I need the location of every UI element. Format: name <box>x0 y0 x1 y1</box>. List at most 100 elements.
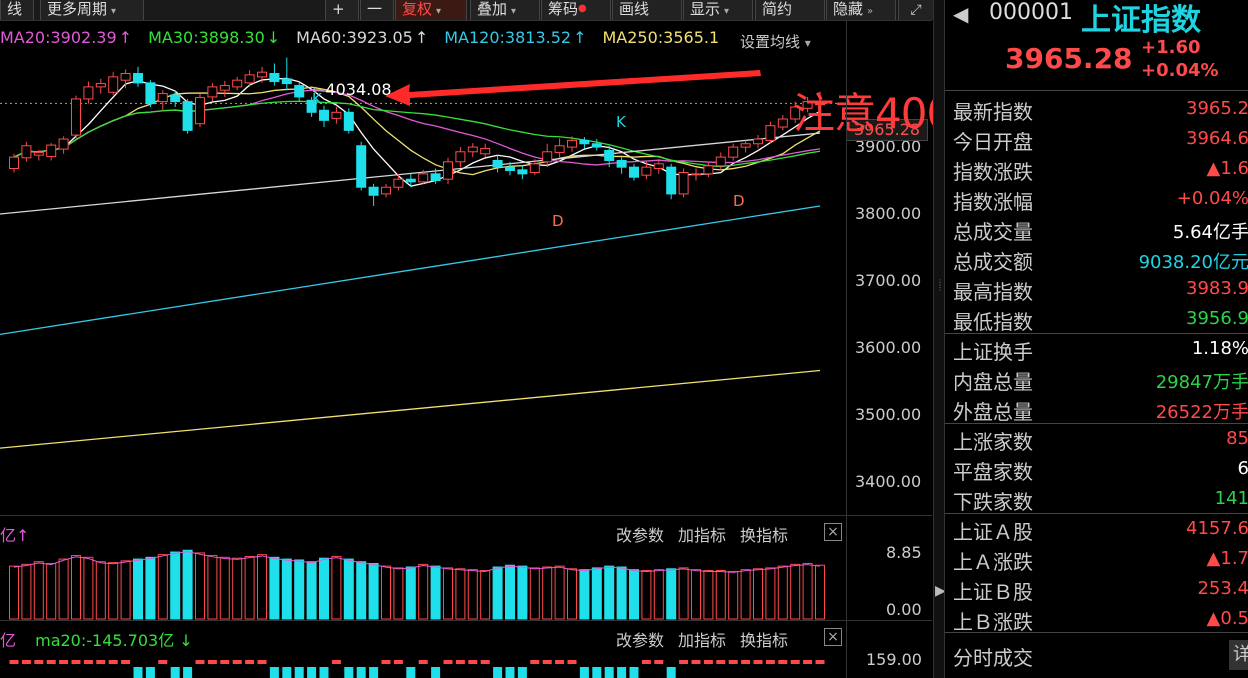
volume-bar <box>753 568 763 620</box>
price-axis-label: 3700.00 <box>855 270 922 290</box>
index-change-pct: +0.04% <box>1141 60 1219 81</box>
candle <box>219 80 230 97</box>
volume-bar <box>641 570 652 620</box>
flow-bar <box>9 660 19 664</box>
chevron-down-icon: ▾ <box>511 6 517 17</box>
quote-row: 下跌家数 141 <box>953 488 1248 514</box>
ma-settings-button[interactable]: 设置均线 ▾ <box>740 31 811 52</box>
flow-bar <box>592 667 602 678</box>
quote-row: 总成交额 9038.20亿元 <box>953 250 1248 274</box>
volume-bar <box>46 562 57 620</box>
d-marker-right: D <box>733 192 745 210</box>
candle <box>319 105 329 128</box>
candle <box>765 121 776 144</box>
index-change: +1.60 <box>1141 37 1201 58</box>
flow-bar <box>369 667 379 678</box>
candle <box>616 157 627 174</box>
volume-bar <box>9 565 19 620</box>
toolbar-button-5[interactable]: 叠加 ▾ <box>470 0 540 20</box>
candle-body <box>83 86 94 100</box>
flow-bar <box>815 660 825 664</box>
capital-flow-chart[interactable] <box>0 655 846 678</box>
toolbar-button-8[interactable]: 显示 ▾ <box>683 0 753 20</box>
candle-body <box>554 145 565 153</box>
candle <box>294 82 305 102</box>
quote-row: 最高指数 3983.9 <box>953 278 1248 304</box>
toolbar-button-0[interactable]: 线 <box>0 0 34 20</box>
chevron-down-icon: ▾ <box>724 6 730 17</box>
flow-bar <box>716 660 726 664</box>
volume-bar <box>393 567 404 620</box>
axis-divider <box>846 20 847 678</box>
flow-bar <box>567 660 577 664</box>
trade-ticks-tab[interactable]: 分时成交 <box>953 642 1033 671</box>
candle-body <box>108 76 119 93</box>
toolbar-button-7[interactable]: 画线 <box>612 0 682 20</box>
volume-bar <box>306 561 317 620</box>
quote-panel: ◀ 000001 上证指数 3965.28 +1.60 +0.04% 最新指数 3… <box>944 0 1248 678</box>
third_panel-button-0[interactable]: 改参数 <box>616 631 664 650</box>
volume-bar <box>269 556 280 620</box>
toolbar-button-9[interactable]: 简约 <box>755 0 825 20</box>
volume-bar <box>232 557 243 620</box>
toolbar-button-4[interactable]: 复权 ▾ <box>395 0 467 20</box>
quote-row: 指数涨幅 +0.04% <box>953 188 1248 214</box>
toolbar-button-1[interactable]: 更多周期 ▾ <box>40 0 144 20</box>
flow-bar <box>530 660 540 664</box>
flow-bar <box>493 667 503 678</box>
flow-bar <box>418 660 428 664</box>
back-arrow-icon[interactable]: ◀ <box>953 2 968 26</box>
volume-bar <box>33 561 44 620</box>
candle-body <box>505 166 515 172</box>
candle <box>232 76 243 91</box>
candle <box>579 137 590 149</box>
quote-divider <box>945 90 1248 91</box>
flow-bar <box>555 660 565 664</box>
index-price: 3965.28 <box>1005 42 1133 75</box>
volume-bar <box>120 560 131 620</box>
volume-bar <box>678 567 689 620</box>
k-marker-left: K <box>312 90 322 108</box>
toolbar-button-2[interactable]: + <box>325 0 359 20</box>
candle <box>443 157 453 184</box>
volume-chart[interactable] <box>0 540 846 620</box>
volume-bar <box>455 568 466 620</box>
volume-bar <box>157 554 168 620</box>
quote-row: 上Ａ涨跌 ▲1.7 <box>953 548 1248 574</box>
flow-bar <box>232 660 242 664</box>
volume-bar <box>517 565 528 620</box>
third_panel-button-1[interactable]: 加指标 <box>678 631 726 650</box>
candle-body <box>182 101 193 131</box>
candle-body <box>381 186 391 195</box>
toolbar-button-3[interactable]: 一 <box>360 0 394 20</box>
flow-bar <box>170 667 180 678</box>
flow-bar <box>257 660 267 664</box>
candle <box>467 143 478 158</box>
volume-bar <box>182 549 193 620</box>
annotation-arrow <box>385 70 761 106</box>
volume-bar <box>294 559 305 620</box>
details-button[interactable]: 详 <box>1229 640 1248 670</box>
candle <box>120 69 131 89</box>
flow-bar <box>220 660 230 664</box>
badge-dot-icon: ● <box>578 3 587 14</box>
candle-body <box>666 166 677 195</box>
flow-bar <box>431 667 441 678</box>
candle <box>95 78 106 94</box>
candle-body <box>356 145 367 188</box>
candle-body <box>604 149 615 161</box>
flow-bar <box>604 667 614 678</box>
candle <box>343 108 354 134</box>
toolbar-button-10[interactable]: 隐藏» <box>826 0 896 20</box>
third-close-button[interactable]: × <box>824 628 842 646</box>
toolbar-button-6[interactable]: 筹码● <box>541 0 611 20</box>
quote-row: 总成交量 5.64亿手 <box>953 220 1248 244</box>
flow-bar <box>393 660 403 664</box>
candle-body <box>368 186 379 196</box>
vol-close-button[interactable]: × <box>824 523 842 541</box>
ma-legend-item: MA20:3902.39 ↑ <box>0 28 133 47</box>
volume-bar <box>505 564 515 620</box>
expand-icon[interactable]: ⤢ <box>898 0 933 20</box>
candle-body <box>133 73 143 84</box>
third_panel-button-2[interactable]: 换指标 <box>740 631 788 650</box>
